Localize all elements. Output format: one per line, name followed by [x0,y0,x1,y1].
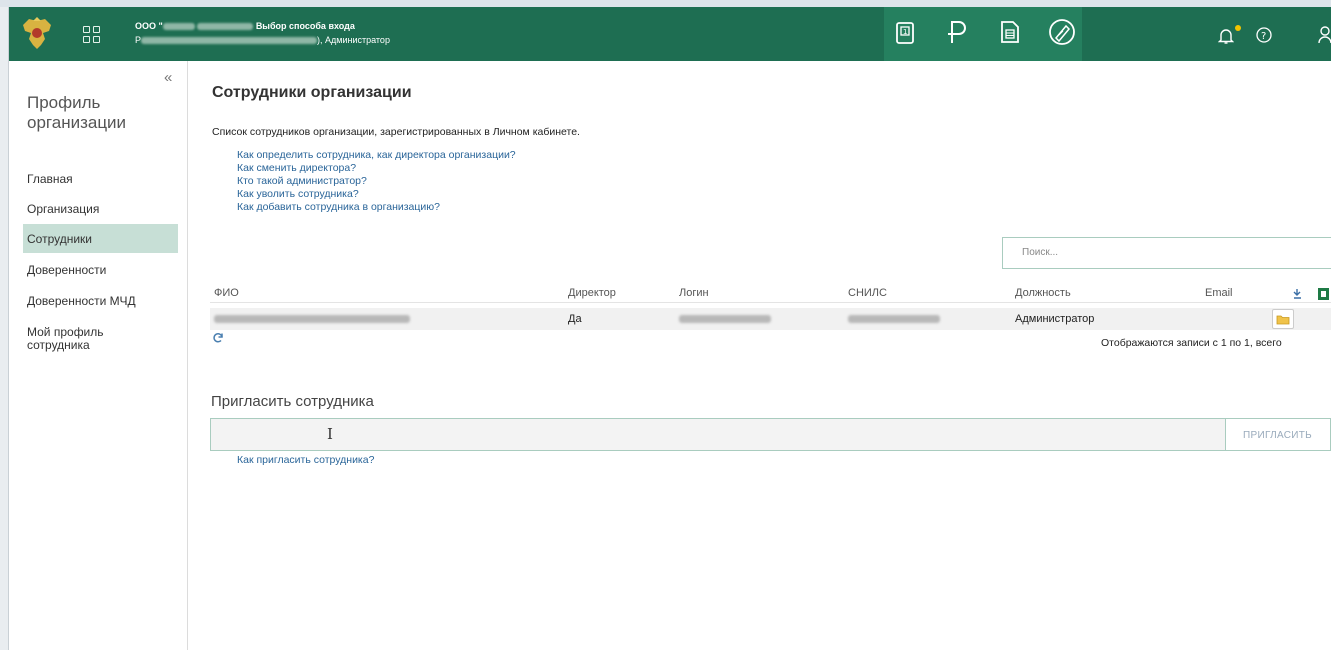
help-link[interactable]: Как добавить сотрудника в организацию? [237,201,440,213]
sidebar-title: Профиль организации [27,93,127,132]
export-icon[interactable] [1293,287,1331,301]
logo-emblem-icon[interactable] [19,17,55,51]
sidebar-item-my-profile[interactable]: Мой профиль сотрудника [23,323,153,355]
notification-badge [1235,25,1241,31]
page-description: Список сотрудников организации, зарегист… [212,126,580,138]
open-folder-button[interactable] [1272,309,1294,329]
main-content: Сотрудники организации Список сотруднико… [200,61,1331,650]
column-header-snils[interactable]: СНИЛС [848,287,887,299]
column-header-position[interactable]: Должность [1015,287,1071,299]
sidebar-item-organization[interactable]: Организация [23,199,178,219]
apps-grid-icon[interactable] [83,26,101,44]
document-icon[interactable]: 1 [895,22,915,44]
cell-login [679,314,771,326]
top-header: ООО " Выбор способа входа Р), Администра… [9,7,1331,61]
collapse-sidebar-icon[interactable]: « [164,69,172,86]
invite-section-title: Пригласить сотрудника [211,393,374,410]
invite-button[interactable]: ПРИГЛАСИТЬ [1226,418,1331,451]
svg-text:1: 1 [903,28,907,36]
report-icon[interactable] [999,20,1021,44]
invite-help-link[interactable]: Как пригласить сотрудника? [237,454,374,466]
signature-icon[interactable] [1047,17,1077,47]
sidebar-item-proxies[interactable]: Доверенности [23,260,178,280]
help-icon[interactable]: ? [1256,27,1272,43]
sidebar-item-employees[interactable]: Сотрудники [23,224,178,253]
sidebar: « Профиль организации Главная Организаци… [10,61,188,650]
ruble-icon[interactable] [946,19,968,45]
help-link[interactable]: Как определить сотрудника, как директора… [237,149,516,161]
org-title[interactable]: ООО " Выбор способа входа [135,21,355,31]
help-link[interactable]: Кто такой администратор? [237,175,367,187]
cell-position: Администратор [1015,313,1095,325]
sidebar-item-main[interactable]: Главная [23,169,178,189]
search-input[interactable]: Поиск... [1002,237,1331,269]
column-header-fio[interactable]: ФИО [214,287,239,299]
text-cursor-icon: I [327,425,333,443]
refresh-icon[interactable] [212,332,224,347]
user-subtitle: Р), Администратор [135,35,390,45]
cell-snils [848,314,940,326]
svg-text:?: ? [1261,31,1266,42]
window-frame-left [0,7,9,650]
help-link[interactable]: Как уволить сотрудника? [237,188,359,200]
invite-input[interactable]: I [210,418,1226,451]
bell-icon[interactable] [1218,27,1234,45]
column-header-login[interactable]: Логин [679,287,709,299]
cell-fio [214,314,410,326]
user-icon[interactable] [1318,26,1331,44]
table-header-divider [210,302,1331,303]
records-count: Отображаются записи с 1 по 1, всего [1101,337,1282,349]
window-frame-top [0,0,1331,7]
cell-director: Да [568,313,582,325]
help-link[interactable]: Как сменить директора? [237,162,356,174]
folder-icon [1276,315,1290,325]
app-window: ООО " Выбор способа входа Р), Администра… [0,0,1331,650]
sidebar-item-proxies-mchd[interactable]: Доверенности МЧД [23,291,178,311]
column-header-director[interactable]: Директор [568,287,616,299]
page-title: Сотрудники организации [212,84,412,101]
column-header-email[interactable]: Email [1205,287,1233,299]
